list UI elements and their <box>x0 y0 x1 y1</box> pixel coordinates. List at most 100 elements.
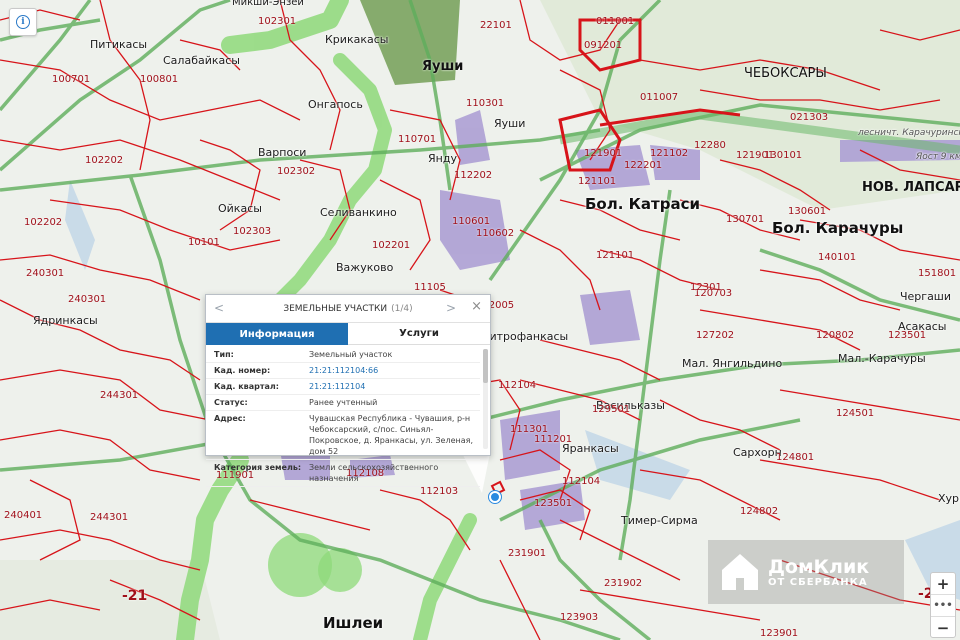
cadastral-code: 102201 <box>372 240 411 251</box>
attr-row-cadastral-number: Кад. номер: 21:21:112104:66 <box>206 363 480 379</box>
place-label: Яуши <box>494 117 526 130</box>
cadastral-code: 111201 <box>534 434 573 445</box>
place-label: Селиванкино <box>320 206 397 219</box>
close-icon[interactable]: × <box>471 299 482 314</box>
place-label: Крикакасы <box>325 33 389 46</box>
place-label: Мал. Янгильдино <box>682 357 783 370</box>
attr-row-address: Адрес: Чувашская Республика - Чувашия, р… <box>206 411 480 460</box>
watermark-tagline: ОТ СБЕРБАНКА <box>768 576 868 588</box>
cadastral-code: 22101 <box>480 20 512 31</box>
scrollbar-thumb[interactable] <box>483 349 488 383</box>
info-button[interactable]: i <box>9 8 37 36</box>
tab-services[interactable]: Услуги <box>348 323 490 345</box>
attr-row-type: Тип: Земельный участок <box>206 347 480 363</box>
place-label: Янду <box>428 152 457 165</box>
house-logo-icon <box>722 554 758 590</box>
cadastral-code: 240301 <box>26 268 65 279</box>
cadastral-code: 124802 <box>740 506 779 517</box>
cadastral-code: 127202 <box>696 330 735 341</box>
prev-arrow-icon[interactable]: < <box>214 301 224 315</box>
attr-key: Категория земель: <box>214 463 302 472</box>
cadastral-code: -21 <box>122 588 148 604</box>
cadastral-code: 120802 <box>816 330 855 341</box>
cadastral-code: 102303 <box>233 226 272 237</box>
cadastral-code: 102302 <box>277 166 316 177</box>
cadastral-code: 121102 <box>650 148 689 159</box>
watermark-text: ДомКлик ОТ СБЕРБАНКА <box>768 557 869 588</box>
cadastral-code: 110601 <box>452 216 491 227</box>
cadastral-code: 244301 <box>90 512 129 523</box>
place-label: Питикасы <box>90 38 148 51</box>
town-label: Ишлеи <box>323 614 384 632</box>
cadastral-code: 140101 <box>818 252 857 263</box>
cadastral-code: 011001 <box>596 16 635 27</box>
next-arrow-icon[interactable]: > <box>446 301 456 315</box>
place-label: Важуково <box>336 261 394 274</box>
cadastral-code: 11105 <box>414 282 446 293</box>
cadastral-code: 151801 <box>918 268 957 279</box>
attr-key: Кад. квартал: <box>214 382 279 391</box>
zoom-more-button[interactable]: ••• <box>931 594 955 617</box>
place-label: Хурь <box>938 492 960 505</box>
place-label: лесничт. Карачуринск <box>858 128 960 138</box>
attr-value: Земли сельскохозяйственного назначения <box>309 463 439 483</box>
attr-row-land-category: Категория земель: Земли сельскохозяйстве… <box>206 460 480 487</box>
cadastral-code: 102202 <box>85 155 124 166</box>
town-label: Бол. Катраси <box>585 195 700 213</box>
place-label: Ядринкасы <box>33 314 98 327</box>
cadastral-code: 100801 <box>140 74 179 85</box>
parcel-marker[interactable] <box>489 491 501 503</box>
cadastral-code: 112103 <box>420 486 459 497</box>
popup-tabs: Информация Услуги <box>206 323 490 345</box>
cadastral-code: 12301 <box>690 282 722 293</box>
place-label: Салабайкасы <box>163 54 240 67</box>
popup-title: ЗЕМЕЛЬНЫЕ УЧАСТКИ <box>283 303 388 314</box>
cadastral-code: 240401 <box>4 510 43 521</box>
cadastral-code: 240301 <box>68 294 107 305</box>
cadastral-code: 123901 <box>760 628 799 639</box>
cadastral-code: 124501 <box>836 408 875 419</box>
tab-information[interactable]: Информация <box>206 323 348 345</box>
cadastral-code: 231901 <box>508 548 547 559</box>
cadastral-code: 123903 <box>560 612 599 623</box>
parcel-attributes: Тип: Земельный участок Кад. номер: 21:21… <box>206 347 480 487</box>
attr-row-status: Статус: Ранее учтенный <box>206 395 480 411</box>
cadastral-code: 100701 <box>52 74 91 85</box>
cadastral-code: 110301 <box>466 98 505 109</box>
cadastral-code: 091201 <box>584 40 623 51</box>
cadastral-code: 122201 <box>624 160 663 171</box>
attr-key: Статус: <box>214 398 248 407</box>
cadastral-code: 121901 <box>584 148 623 159</box>
cadastral-code: 112104 <box>562 476 601 487</box>
zoom-in-button[interactable]: + <box>931 573 955 594</box>
cadastral-code: 130101 <box>764 150 803 161</box>
town-label: НОВ. ЛАПСАРЫ <box>862 180 960 195</box>
cadastral-quarter-link[interactable]: 21:21:112104 <box>309 381 480 392</box>
cadastral-number-link[interactable]: 21:21:112104:66 <box>309 365 480 376</box>
popup-scrollbar[interactable] <box>483 349 488 449</box>
cadastral-code: 231902 <box>604 578 643 589</box>
attr-key: Кад. номер: <box>214 366 271 375</box>
attr-value: Ранее учтенный <box>309 398 378 407</box>
town-label: ЧЕБОКСАРЫ <box>744 66 827 81</box>
town-label: Яуши <box>422 59 464 74</box>
attr-key: Адрес: <box>214 414 246 423</box>
place-label: Варпоси <box>258 146 307 159</box>
place-label: Мал.-Карачуры <box>838 352 926 365</box>
parcel-info-popup: < ЗЕМЕЛЬНЫЕ УЧАСТКИ (1/4) > × Информация… <box>205 294 491 487</box>
place-label: Митрофанкасы <box>480 330 569 343</box>
place-label: Микши-Энзей <box>232 0 304 8</box>
cadastral-code: 129501 <box>592 404 631 415</box>
zoom-out-button[interactable]: − <box>931 617 955 638</box>
cadastral-code: 021303 <box>790 112 829 123</box>
cadastral-code: 102202 <box>24 217 63 228</box>
place-label: Онгапось <box>308 98 363 111</box>
cadastral-code: 110701 <box>398 134 437 145</box>
cadastral-code: 123501 <box>534 498 573 509</box>
cadastral-code: 011007 <box>640 92 679 103</box>
info-icon: i <box>16 15 30 29</box>
cadastral-code: 112104 <box>498 380 537 391</box>
cadastral-code: 110602 <box>476 228 515 239</box>
popup-count: (1/4) <box>391 303 413 314</box>
place-label: Сархорн <box>733 446 782 459</box>
